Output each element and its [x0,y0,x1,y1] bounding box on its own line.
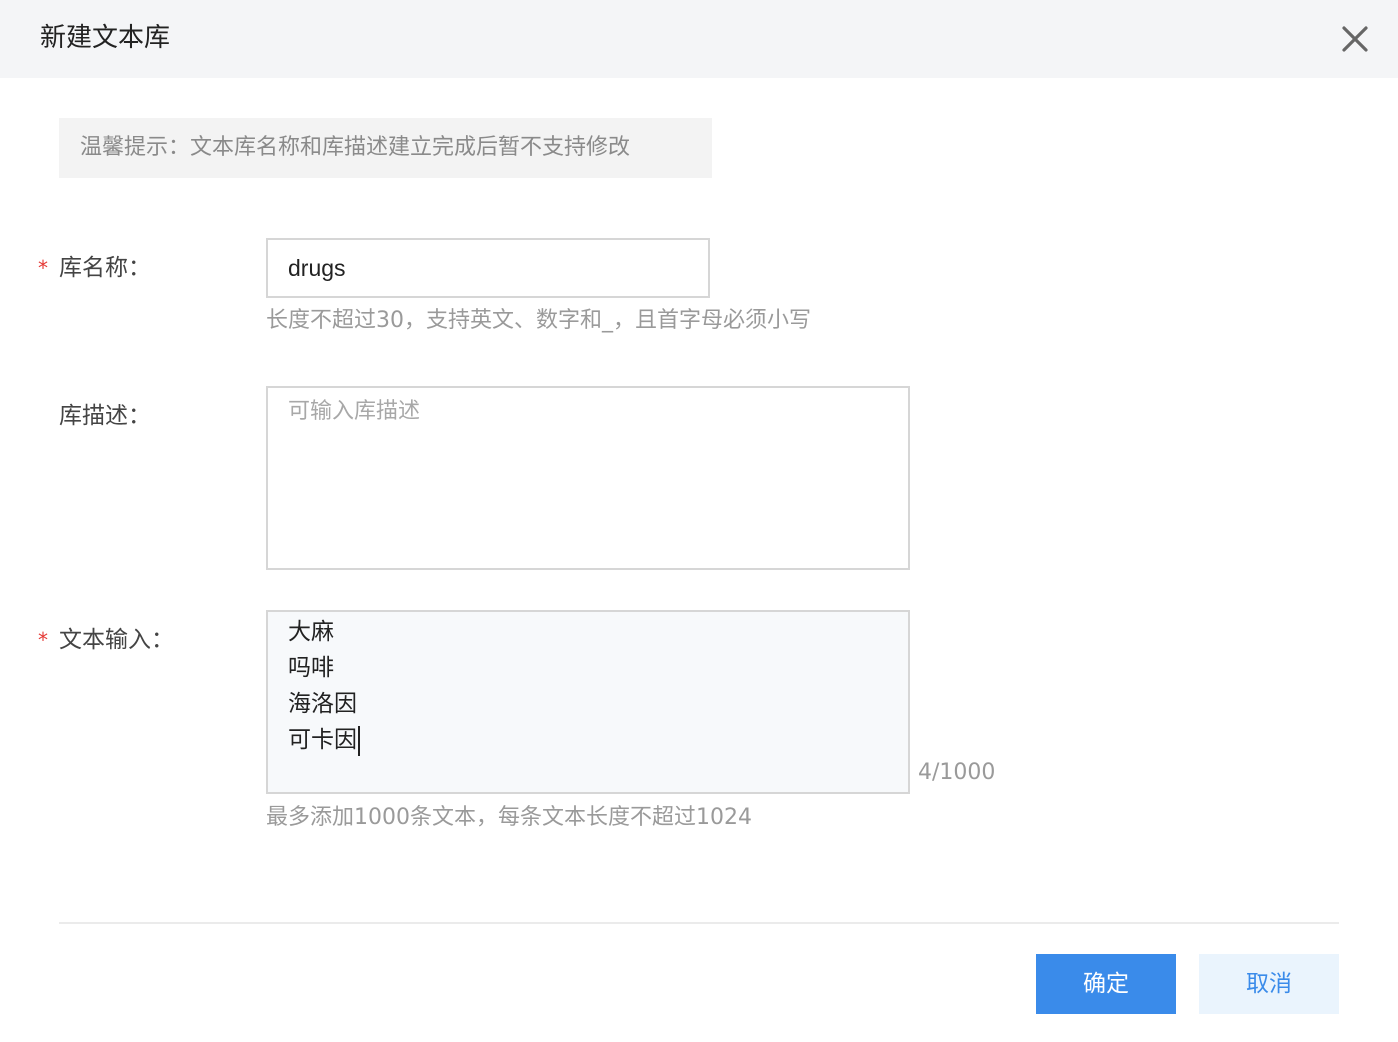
text-line-last: 可卡因 [288,722,888,758]
text-line: 大麻 [288,619,334,645]
text-input-hint: 最多添加1000条文本，每条文本长度不超过1024 [266,805,752,830]
notice-tip: 温馨提示：文本库名称和库描述建立完成后暂不支持修改 [59,118,712,178]
text-counter: 4/1000 [918,760,996,785]
close-icon [1342,26,1368,52]
library-name-label: 库名称： [59,255,151,281]
library-name-hint: 长度不超过30，支持英文、数字和_，且首字母必须小写 [266,308,811,333]
new-text-library-dialog: 新建文本库 温馨提示：文本库名称和库描述建立完成后暂不支持修改 * 库名称： 长… [0,0,1398,1042]
required-mark-name: * [38,256,48,280]
close-button[interactable] [1338,22,1372,56]
text-caret [358,725,360,756]
library-description-textarea[interactable] [266,386,910,570]
text-line: 吗啡 [288,655,334,681]
required-mark-text: * [38,628,48,652]
library-description-label: 库描述： [59,403,151,429]
text-input-textarea[interactable]: 大麻 吗啡 海洛因 可卡因 [266,610,910,794]
library-name-input[interactable] [266,238,710,298]
confirm-button[interactable]: 确定 [1036,954,1176,1014]
dialog-title: 新建文本库 [40,23,171,53]
dialog-header: 新建文本库 [0,0,1398,78]
text-line: 海洛因 [288,691,357,717]
text-input-label: 文本输入： [59,627,174,653]
cancel-button[interactable]: 取消 [1199,954,1339,1014]
text-line-content: 可卡因 [288,727,357,753]
footer-divider [59,922,1339,924]
